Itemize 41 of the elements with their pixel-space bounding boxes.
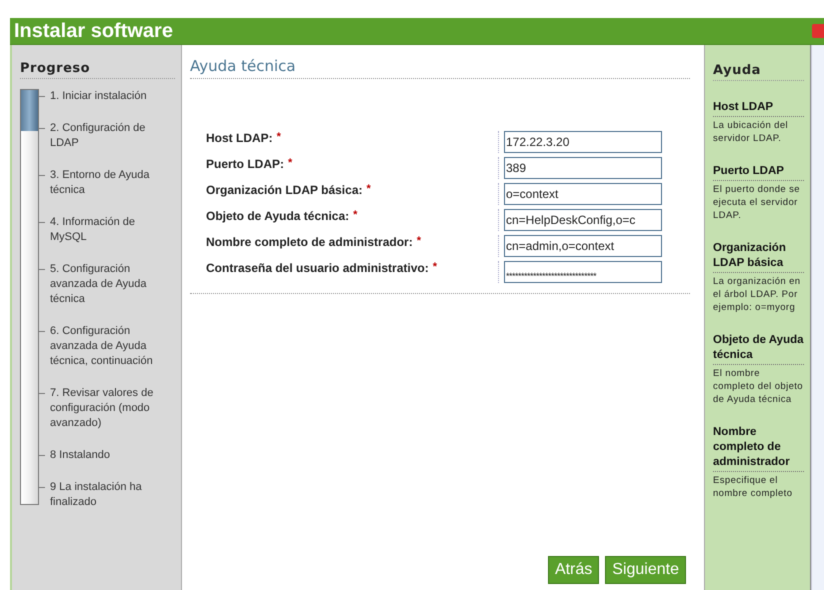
- help-text: La ubicación del servidor LDAP.: [713, 119, 790, 145]
- help-heading: Puerto LDAP: [713, 164, 804, 181]
- input-field[interactable]: o=context: [504, 183, 662, 205]
- step-label: 1. Iniciar instalación: [49, 89, 148, 104]
- help-text: La organización en el árbol LDAP. Por ejemplo: o=myorg: [713, 275, 802, 314]
- required-mark: *: [416, 235, 421, 247]
- required-mark: *: [353, 209, 358, 221]
- help-heading: Organización LDAP básica: [713, 241, 804, 273]
- step-label: 9 La instalación ha finalizado: [49, 480, 143, 510]
- input-field[interactable]: ******************************: [504, 261, 662, 283]
- window-title: Instalar software: [13, 20, 173, 42]
- panel-title: Ayuda: [713, 63, 804, 81]
- required-mark: *: [432, 261, 437, 273]
- input-field[interactable]: cn=admin,o=context: [504, 235, 662, 257]
- help-text: Especifique el nombre completo: [713, 474, 794, 500]
- step-label: 5. Configuración avanzada de Ayuda técnica: [49, 262, 148, 307]
- field-label: Contraseña del usuario administrativo:: [206, 261, 429, 275]
- step-label: 8 Instalando: [49, 448, 111, 463]
- step-label: 7. Revisar valores de configuración (modo avanzado): [49, 386, 154, 431]
- help-heading: Host LDAP: [713, 100, 804, 117]
- step-label: 2. Configuración de LDAP: [49, 121, 146, 151]
- field-label: Objeto de Ayuda técnica:: [206, 209, 350, 223]
- field-label: Organización LDAP básica:: [206, 183, 362, 197]
- step-label: 3. Entorno de Ayuda técnica: [49, 168, 150, 198]
- section-title: Ayuda técnica: [190, 57, 690, 79]
- field-label: Nombre completo de administrador:: [206, 235, 413, 249]
- step-label: 6. Configuración avanzada de Ayuda técnica, continuación: [49, 324, 154, 369]
- help-heading: Objeto de Ayuda técnica: [713, 333, 804, 365]
- panel-title: Progreso: [20, 61, 175, 79]
- help-text: El puerto donde se ejecuta el servidor LDAP.: [713, 183, 801, 222]
- step-label: 4. Información de MySQL: [49, 215, 136, 245]
- required-mark: *: [288, 157, 292, 169]
- input-field[interactable]: cn=HelpDeskConfig,o=c: [504, 209, 662, 231]
- input-field[interactable]: 172.22.3.20: [504, 131, 662, 153]
- help-heading: Nombre completo de administrador: [713, 425, 804, 472]
- required-mark: *: [276, 131, 281, 143]
- help-text: El nombre completo del objeto de Ayuda técnica: [713, 367, 804, 406]
- field-label: Host LDAP:: [206, 131, 273, 145]
- required-mark: *: [366, 183, 371, 195]
- field-label: Puerto LDAP:: [206, 157, 284, 171]
- input-field[interactable]: 389: [504, 157, 662, 179]
